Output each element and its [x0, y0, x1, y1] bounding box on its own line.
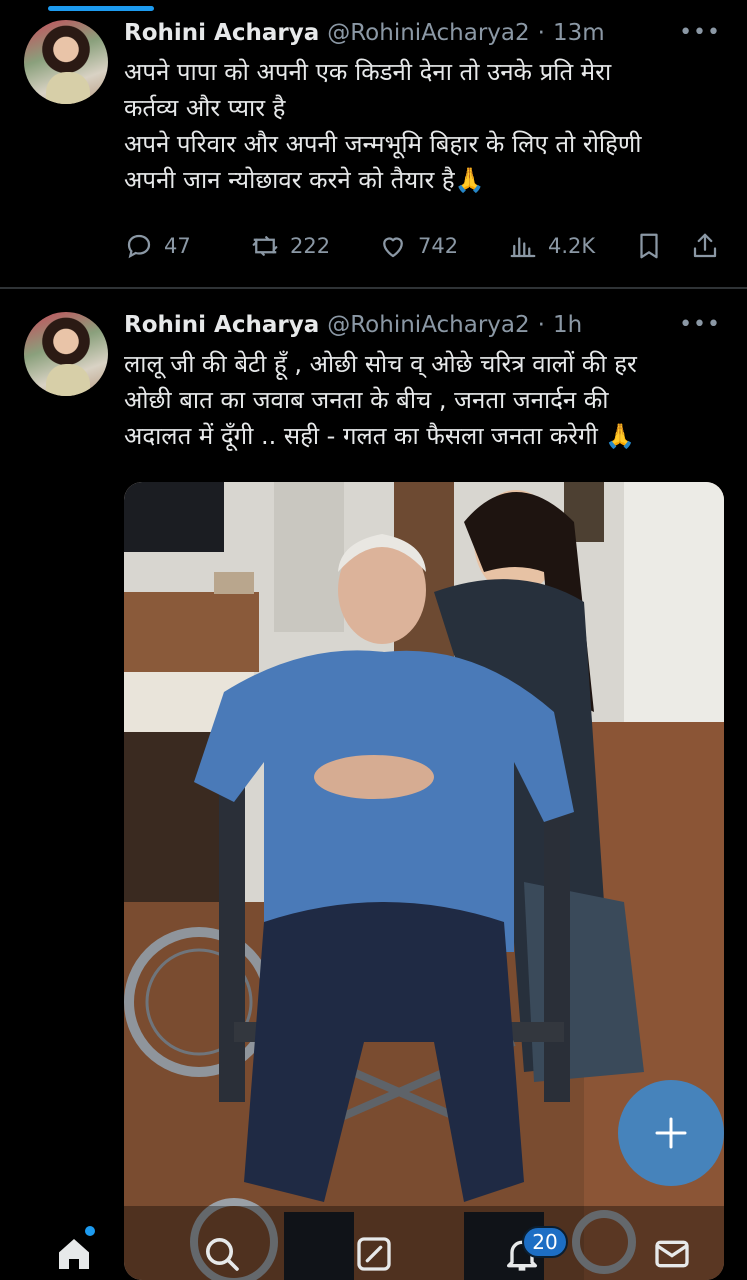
communities-icon	[357, 1237, 391, 1271]
tweet-actions: 47 222 742 4.2K	[124, 226, 724, 266]
home-icon	[59, 1239, 89, 1269]
tweet-text: अपने पापा को अपनी एक किडनी देना तो उनके …	[124, 54, 724, 198]
separator: ·	[537, 312, 545, 338]
retweet-icon	[252, 236, 278, 256]
avatar[interactable]	[24, 312, 108, 396]
tweet-text: लालू जी की बेटी हूँ , ओछी सोच व् ओछे चरि…	[124, 346, 724, 454]
tweet-text-content: अपने पापा को अपनी एक किडनी देना तो उनके …	[124, 58, 642, 194]
retweet-button[interactable]: 222	[250, 226, 330, 266]
reply-button[interactable]: 47	[124, 226, 191, 266]
tweet-time[interactable]: 13m	[553, 20, 605, 46]
compose-button[interactable]	[618, 1080, 724, 1186]
author-handle[interactable]: @RohiniAcharya2	[327, 312, 529, 338]
share-icon	[693, 233, 717, 258]
more-options-icon[interactable]: •••	[679, 20, 721, 45]
nav-communities[interactable]	[352, 1232, 396, 1276]
reply-icon	[127, 234, 151, 259]
messages-icon	[655, 1240, 689, 1268]
tweet[interactable]: Rohini Acharya @RohiniAcharya2 · 13m •••…	[0, 0, 747, 288]
retweet-count: 222	[290, 234, 331, 258]
author-handle[interactable]: @RohiniAcharya2	[327, 20, 529, 46]
avatar[interactable]	[24, 20, 108, 104]
author-name[interactable]: Rohini Acharya	[124, 20, 319, 46]
views-icon	[510, 237, 536, 258]
reply-count: 47	[164, 234, 191, 258]
tweet-text-content: लालू जी की बेटी हूँ , ओछी सोच व् ओछे चरि…	[124, 350, 637, 450]
nav-messages[interactable]	[650, 1232, 694, 1276]
tweet-divider	[0, 287, 747, 289]
views-button[interactable]: 4.2K	[508, 226, 595, 266]
tweet-header: Rohini Acharya @RohiniAcharya2 · 13m	[124, 16, 605, 50]
tweet-time[interactable]: 1h	[553, 312, 582, 338]
nav-home[interactable]	[52, 1232, 96, 1276]
more-options-icon[interactable]: •••	[679, 312, 721, 337]
share-button[interactable]	[690, 226, 720, 266]
like-button[interactable]: 742	[378, 226, 458, 266]
like-icon	[383, 237, 403, 258]
home-unread-dot	[85, 1226, 95, 1236]
bookmark-button[interactable]	[634, 226, 664, 266]
views-count: 4.2K	[548, 234, 596, 258]
search-icon	[206, 1238, 239, 1271]
compose-icon	[655, 1117, 687, 1149]
bookmark-icon	[640, 233, 658, 259]
notifications-badge: 20	[522, 1226, 568, 1258]
nav-search[interactable]	[200, 1232, 244, 1276]
separator: ·	[537, 20, 545, 46]
bottom-navigation	[0, 1206, 747, 1280]
tweet-header: Rohini Acharya @RohiniAcharya2 · 1h	[124, 308, 582, 342]
like-count: 742	[418, 234, 459, 258]
author-name[interactable]: Rohini Acharya	[124, 312, 319, 338]
